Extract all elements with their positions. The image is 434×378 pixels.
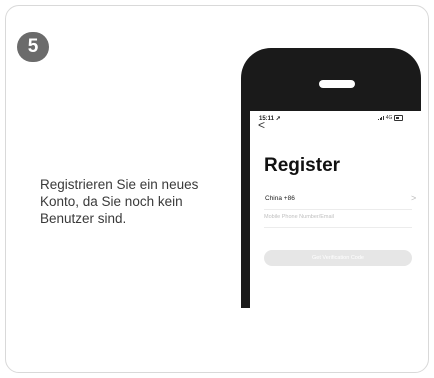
back-arrow-icon[interactable]: < <box>258 119 265 131</box>
instruction-line-1: Registrieren Sie ein neues <box>40 177 199 192</box>
instruction-text: Registrieren Sie ein neues Konto, da Sie… <box>40 176 225 227</box>
location-arrow-icon: ➚ <box>275 116 281 122</box>
chevron-right-icon[interactable]: > <box>411 193 416 203</box>
step-number-badge: 5 <box>17 32 49 62</box>
phone-screen: 15:11 ➚ 4G < Register China +86 > Get Ve… <box>250 111 421 308</box>
instruction-line-2: Konto, da Sie noch kein <box>40 194 183 209</box>
network-label: 4G <box>385 115 393 121</box>
signal-icon <box>378 116 384 120</box>
register-title: Register <box>264 155 341 176</box>
status-icons: 4G <box>378 115 404 121</box>
phone-mockup: 15:11 ➚ 4G < Register China +86 > Get Ve… <box>241 48 421 308</box>
divider <box>264 209 412 210</box>
instruction-line-3: Benutzer sind. <box>40 211 127 226</box>
country-code-selector[interactable]: China +86 <box>265 195 295 202</box>
phone-speaker <box>319 80 355 88</box>
phone-email-input[interactable] <box>264 214 412 220</box>
divider <box>264 227 412 228</box>
battery-icon <box>394 115 404 121</box>
get-verification-code-button[interactable]: Get Verification Code <box>264 250 412 266</box>
